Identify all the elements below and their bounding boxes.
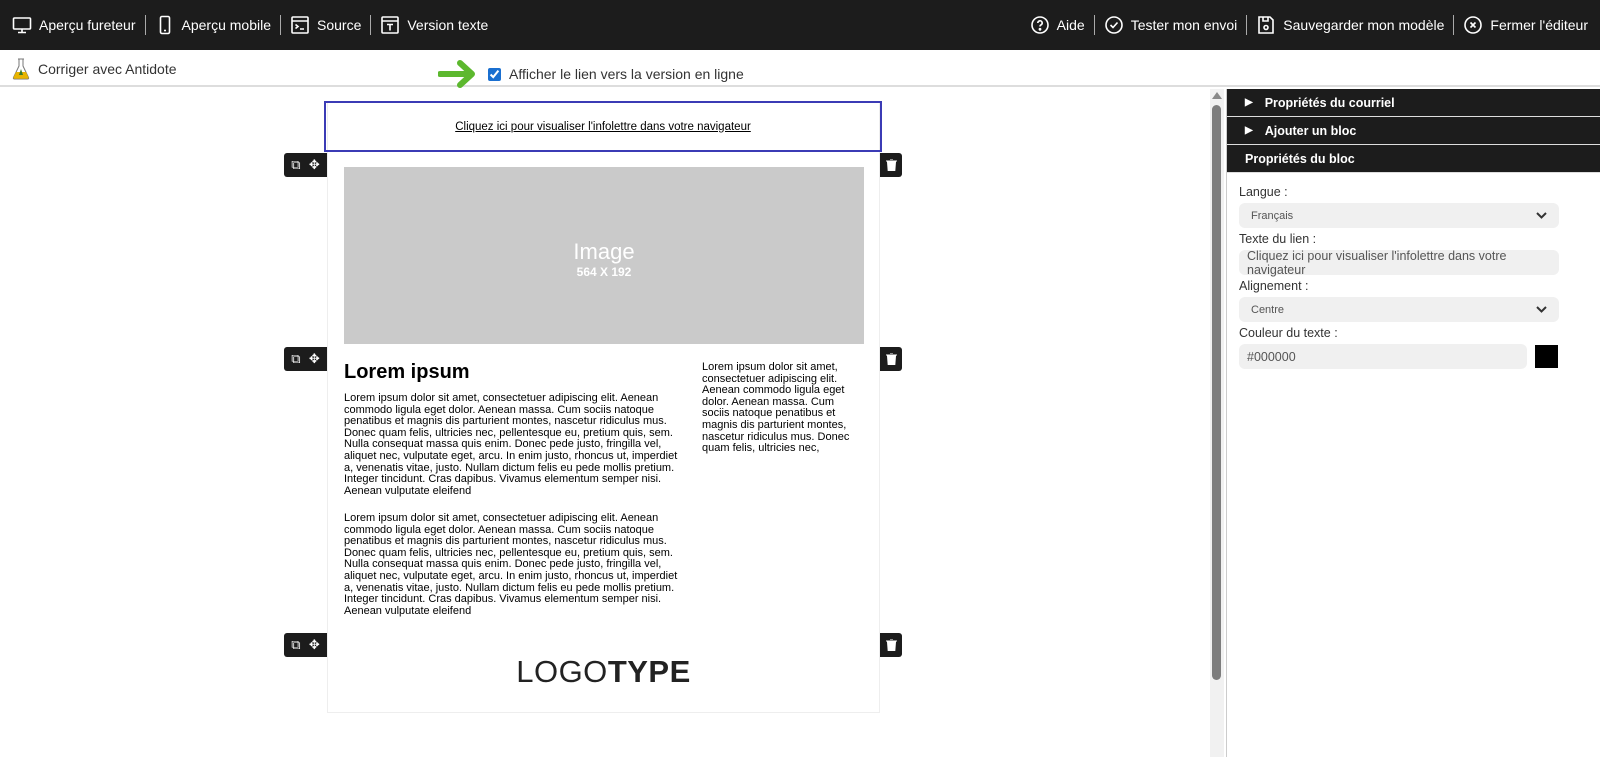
block-tools: ⧉ ✥: [284, 633, 327, 657]
save-template-button[interactable]: Sauvegarder mon modèle: [1247, 15, 1453, 35]
delete-block-button[interactable]: [880, 153, 902, 177]
caret-right-icon: ▶: [1245, 97, 1253, 108]
label: Aperçu mobile: [181, 17, 272, 33]
text-icon: [381, 16, 400, 34]
top-toolbar: Aperçu fureteur Aperçu mobile Source Ver…: [0, 0, 1600, 50]
help-icon: [1030, 16, 1049, 34]
block-tools: ⧉ ✥: [284, 153, 327, 177]
section-email-properties[interactable]: ▶ Propriétés du courriel: [1227, 89, 1600, 117]
email-paragraph[interactable]: Lorem ipsum dolor sit amet, consectetuer…: [344, 512, 689, 617]
trash-icon: [885, 159, 897, 171]
image-placeholder[interactable]: Image 564 X 192: [344, 167, 864, 344]
trash-icon: [885, 639, 897, 651]
canvas-scrollbar[interactable]: [1210, 89, 1224, 757]
duplicate-icon[interactable]: ⧉: [291, 637, 300, 653]
label: Source: [317, 17, 362, 33]
mobile-preview-button[interactable]: Aperçu mobile: [146, 15, 281, 35]
language-select[interactable]: Français: [1239, 203, 1559, 228]
close-editor-button[interactable]: Fermer l'éditeur: [1454, 15, 1588, 35]
alignment-value: Centre: [1251, 303, 1285, 316]
caret-right-icon: ▶: [1245, 125, 1253, 136]
check-circle-icon: [1104, 16, 1123, 34]
save-icon: [1258, 16, 1275, 34]
language-label: Langue :: [1239, 185, 1288, 199]
alignment-label: Alignement :: [1239, 279, 1309, 293]
trash-icon: [885, 353, 897, 365]
properties-panel: ▶ Propriétés du courriel ▶ Ajouter un bloc…: [1226, 89, 1600, 757]
image-label: Image: [573, 239, 635, 264]
logotype[interactable]: LOGOTYPE: [327, 654, 880, 690]
online-version-link-block[interactable]: Cliquez ici pour visualiser l'infolettre…: [324, 101, 882, 152]
close-circle-icon: [1464, 16, 1483, 34]
language-value: Français: [1251, 209, 1294, 222]
antidote-button[interactable]: Corriger avec Antidote: [12, 58, 177, 80]
show-online-link-label[interactable]: Afficher le lien vers la version en lign…: [509, 66, 744, 82]
move-icon[interactable]: ✥: [309, 351, 320, 367]
terminal-icon: [291, 16, 309, 34]
text-version-button[interactable]: Version texte: [371, 15, 488, 35]
section-label: Propriétés du bloc: [1245, 151, 1355, 166]
link-text-value: Cliquez ici pour visualiser l'infolettre…: [1247, 248, 1507, 277]
email-right-column[interactable]: Lorem ipsum dolor sit amet, consectetuer…: [702, 361, 862, 455]
green-arrow-icon: [438, 60, 475, 88]
text-color-value: #000000: [1247, 349, 1296, 364]
show-online-link-checkbox[interactable]: [488, 67, 501, 81]
text-color-label: Couleur du texte :: [1239, 326, 1338, 340]
duplicate-icon[interactable]: ⧉: [291, 157, 300, 173]
section-label: Ajouter un bloc: [1264, 123, 1357, 138]
link-text-label: Texte du lien :: [1239, 232, 1317, 246]
label: Fermer l'éditeur: [1490, 17, 1588, 33]
link-text-input[interactable]: Cliquez ici pour visualiser l'infolettre…: [1239, 248, 1559, 277]
label: Sauvegarder mon modèle: [1283, 17, 1445, 33]
antidote-label: Corriger avec Antidote: [38, 61, 177, 77]
email-paragraph[interactable]: Lorem ipsum dolor sit amet, consectetuer…: [344, 392, 689, 497]
label: Tester mon envoi: [1130, 17, 1238, 33]
browser-preview-button[interactable]: Aperçu fureteur: [12, 15, 145, 35]
scroll-up-icon[interactable]: [1212, 92, 1222, 99]
scrollbar-thumb[interactable]: [1212, 105, 1221, 680]
label: Version texte: [407, 17, 489, 33]
mobile-icon: [159, 15, 170, 35]
logo-light: LOGO: [516, 654, 608, 689]
move-icon[interactable]: ✥: [309, 157, 320, 173]
color-swatch[interactable]: [1535, 345, 1558, 368]
test-send-button[interactable]: Tester mon envoi: [1095, 15, 1247, 35]
chevron-down-icon: [1536, 306, 1547, 313]
label: Aide: [1056, 17, 1085, 33]
label: Aperçu fureteur: [39, 17, 136, 33]
source-button[interactable]: Source: [281, 15, 370, 35]
move-icon[interactable]: ✥: [309, 637, 320, 653]
block-tools: ⧉ ✥: [284, 347, 327, 371]
delete-block-button[interactable]: [880, 633, 902, 657]
monitor-icon: [12, 17, 32, 34]
email-heading[interactable]: Lorem ipsum: [344, 361, 470, 384]
text-color-input[interactable]: #000000: [1239, 344, 1528, 369]
section-block-properties[interactable]: Propriétés du bloc: [1227, 145, 1600, 173]
alignment-select[interactable]: Centre: [1239, 297, 1559, 322]
section-add-block[interactable]: ▶ Ajouter un bloc: [1227, 117, 1600, 145]
secondary-toolbar: Corriger avec Antidote Afficher le lien …: [0, 50, 1600, 89]
logo-bold: TYPE: [607, 654, 691, 689]
duplicate-icon[interactable]: ⧉: [291, 351, 300, 367]
image-size: 564 X 192: [576, 265, 632, 279]
online-version-link[interactable]: Cliquez ici pour visualiser l'infolettre…: [455, 121, 751, 133]
flask-icon: [12, 58, 30, 80]
show-online-link-option: Afficher le lien vers la version en lign…: [438, 59, 744, 89]
chevron-down-icon: [1536, 212, 1547, 219]
delete-block-button[interactable]: [880, 347, 902, 371]
section-label: Propriétés du courriel: [1264, 95, 1395, 110]
help-button[interactable]: Aide: [1030, 15, 1094, 35]
